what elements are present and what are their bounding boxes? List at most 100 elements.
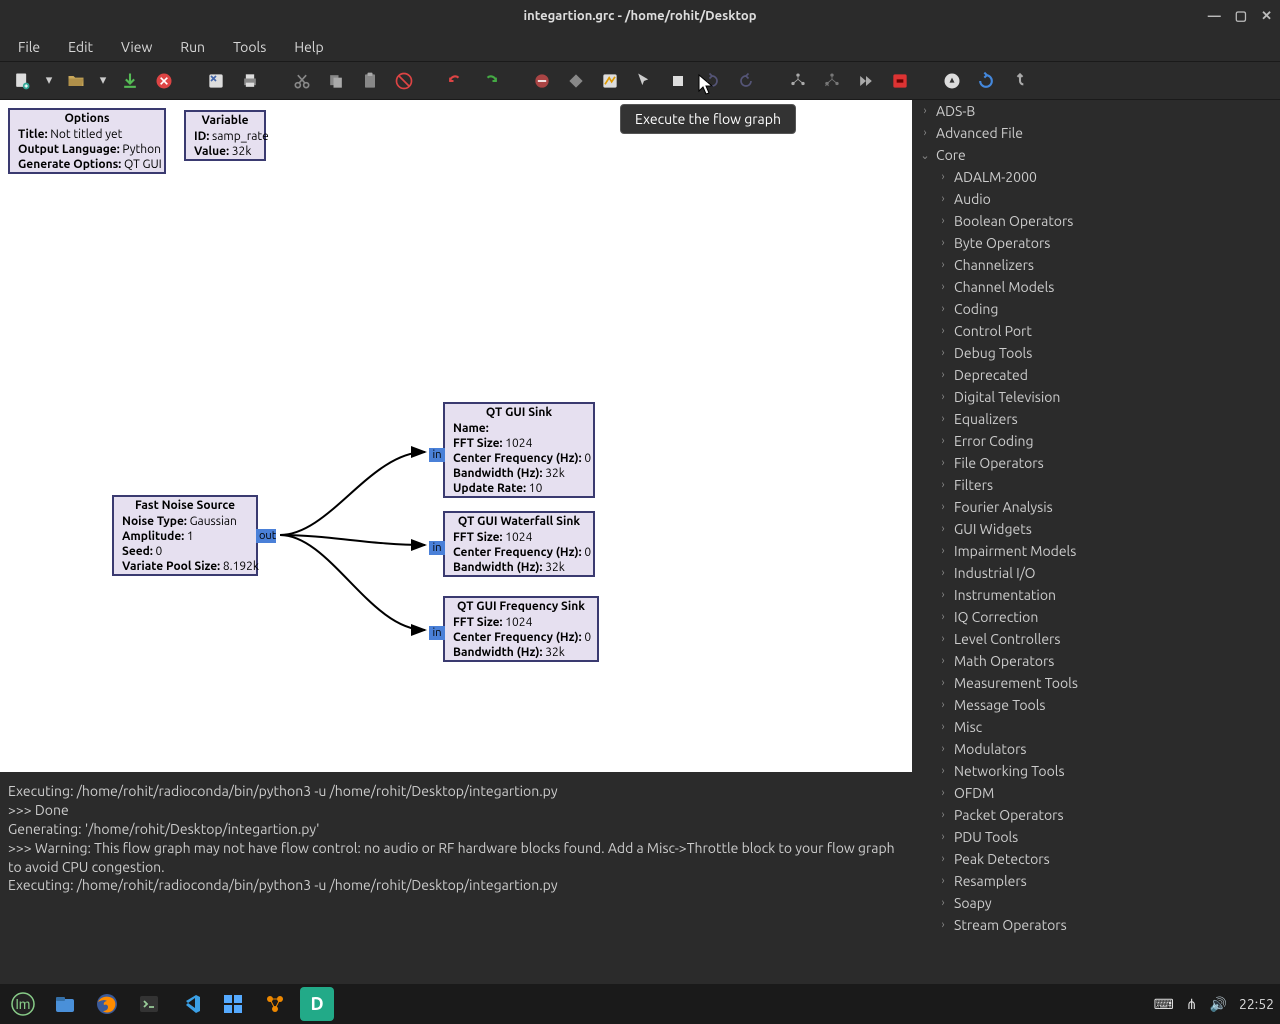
- app-d-icon[interactable]: D: [300, 987, 334, 1021]
- window-maximize-button[interactable]: ▢: [1235, 9, 1247, 24]
- menu-run[interactable]: Run: [168, 35, 217, 59]
- tray-volume-icon[interactable]: 🔊: [1210, 996, 1227, 1013]
- new-dropdown-icon[interactable]: ▾: [42, 67, 56, 95]
- menu-view[interactable]: View: [109, 35, 164, 59]
- tree-item-industrial-i-o[interactable]: ›Industrial I/O: [912, 562, 1280, 584]
- tree-item-deprecated[interactable]: ›Deprecated: [912, 364, 1280, 386]
- tree-item-control-port[interactable]: ›Control Port: [912, 320, 1280, 342]
- block-variable[interactable]: Variable ID: samp_rate Value: 32k: [184, 110, 266, 161]
- tree-item-core[interactable]: ⌄Core: [912, 144, 1280, 166]
- tree-item-peak-detectors[interactable]: ›Peak Detectors: [912, 848, 1280, 870]
- block-qt-gui-waterfall-sink[interactable]: QT GUI Waterfall Sink FFT Size: 1024 Cen…: [443, 511, 595, 577]
- stop-button[interactable]: [664, 67, 692, 95]
- tree-item-coding[interactable]: ›Coding: [912, 298, 1280, 320]
- tree-item-digital-television[interactable]: ›Digital Television: [912, 386, 1280, 408]
- tree-item-misc[interactable]: ›Misc: [912, 716, 1280, 738]
- block-fast-noise-source[interactable]: Fast Noise Source Noise Type: Gaussian A…: [112, 495, 258, 576]
- block-qt-gui-frequency-sink[interactable]: QT GUI Frequency Sink FFT Size: 1024 Cen…: [443, 596, 599, 662]
- tree-item-audio[interactable]: ›Audio: [912, 188, 1280, 210]
- select-tool-icon[interactable]: [630, 67, 658, 95]
- undo-button[interactable]: [442, 67, 470, 95]
- menu-tools[interactable]: Tools: [221, 35, 278, 59]
- port-out[interactable]: out: [256, 529, 276, 543]
- tree-item-debug-tools[interactable]: ›Debug Tools: [912, 342, 1280, 364]
- vscode-icon[interactable]: [174, 987, 208, 1021]
- tree-item-iq-correction[interactable]: ›IQ Correction: [912, 606, 1280, 628]
- copy-button[interactable]: [322, 67, 350, 95]
- tree-item-channel-models[interactable]: ›Channel Models: [912, 276, 1280, 298]
- gnuradio-icon[interactable]: [258, 987, 292, 1021]
- window-minimize-button[interactable]: —: [1208, 9, 1221, 24]
- tray-network-icon[interactable]: ⋔: [1186, 996, 1198, 1013]
- tree-item-modulators[interactable]: ›Modulators: [912, 738, 1280, 760]
- files-icon[interactable]: [48, 987, 82, 1021]
- paste-button[interactable]: [356, 67, 384, 95]
- oot-button[interactable]: [1006, 67, 1034, 95]
- tree-item-instrumentation[interactable]: ›Instrumentation: [912, 584, 1280, 606]
- disable-block-icon[interactable]: [528, 67, 556, 95]
- port-in[interactable]: in: [429, 541, 445, 555]
- tree-item-stream-operators[interactable]: ›Stream Operators: [912, 914, 1280, 936]
- print-button[interactable]: [236, 67, 264, 95]
- block-tree-panel[interactable]: ›ADS-B›Advanced File⌄Core›ADALM-2000›Aud…: [912, 100, 1280, 984]
- tree-item-filters[interactable]: ›Filters: [912, 474, 1280, 496]
- tree-item-measurement-tools[interactable]: ›Measurement Tools: [912, 672, 1280, 694]
- tree-item-channelizers[interactable]: ›Channelizers: [912, 254, 1280, 276]
- tree-item-boolean-operators[interactable]: ›Boolean Operators: [912, 210, 1280, 232]
- tree-item-gui-widgets[interactable]: ›GUI Widgets: [912, 518, 1280, 540]
- tree-item-soapy[interactable]: ›Soapy: [912, 892, 1280, 914]
- tray-clock[interactable]: 22:52: [1239, 996, 1274, 1012]
- menu-edit[interactable]: Edit: [56, 35, 105, 59]
- tree-item-level-controllers[interactable]: ›Level Controllers: [912, 628, 1280, 650]
- tree-item-math-operators[interactable]: ›Math Operators: [912, 650, 1280, 672]
- reload-button[interactable]: [972, 67, 1000, 95]
- tree-item-ofdm[interactable]: ›OFDM: [912, 782, 1280, 804]
- kill-button[interactable]: [886, 67, 914, 95]
- cut-button[interactable]: [288, 67, 316, 95]
- open-button[interactable]: [62, 67, 90, 95]
- delete-button[interactable]: [390, 67, 418, 95]
- tree-item-advanced-file[interactable]: ›Advanced File: [912, 122, 1280, 144]
- tree-label: Level Controllers: [954, 631, 1060, 647]
- hide-block-icon[interactable]: [562, 67, 590, 95]
- block-qt-gui-sink[interactable]: QT GUI Sink Name: FFT Size: 1024 Center …: [443, 402, 595, 498]
- port-in[interactable]: in: [429, 448, 445, 462]
- screenshot-button[interactable]: [202, 67, 230, 95]
- open-dropdown-icon[interactable]: ▾: [96, 67, 110, 95]
- tree-item-file-operators[interactable]: ›File Operators: [912, 452, 1280, 474]
- tree-item-ads-b[interactable]: ›ADS-B: [912, 100, 1280, 122]
- tree-item-error-coding[interactable]: ›Error Coding: [912, 430, 1280, 452]
- bypass-block-icon[interactable]: [596, 67, 624, 95]
- start-menu-icon[interactable]: lm: [6, 987, 40, 1021]
- search-button[interactable]: [938, 67, 966, 95]
- menu-file[interactable]: File: [6, 35, 52, 59]
- close-button[interactable]: [150, 67, 178, 95]
- tree-item-packet-operators[interactable]: ›Packet Operators: [912, 804, 1280, 826]
- hier-down-icon[interactable]: [784, 67, 812, 95]
- new-button[interactable]: [8, 67, 36, 95]
- firefox-icon[interactable]: [90, 987, 124, 1021]
- window-close-button[interactable]: ✕: [1261, 9, 1272, 24]
- redo-button[interactable]: [476, 67, 504, 95]
- tree-item-byte-operators[interactable]: ›Byte Operators: [912, 232, 1280, 254]
- chevron-icon: ›: [936, 809, 950, 821]
- rotate-right-icon[interactable]: [732, 67, 760, 95]
- tree-item-adalm-2000[interactable]: ›ADALM-2000: [912, 166, 1280, 188]
- hier-up-icon[interactable]: [818, 67, 846, 95]
- menu-help[interactable]: Help: [282, 35, 335, 59]
- port-in[interactable]: in: [429, 626, 445, 640]
- flowgraph-canvas[interactable]: Options Title: Not titled yet Output Lan…: [0, 100, 912, 772]
- tree-item-impairment-models[interactable]: ›Impairment Models: [912, 540, 1280, 562]
- app-grid-icon[interactable]: [216, 987, 250, 1021]
- tree-item-equalizers[interactable]: ›Equalizers: [912, 408, 1280, 430]
- save-button[interactable]: [116, 67, 144, 95]
- tree-item-resamplers[interactable]: ›Resamplers: [912, 870, 1280, 892]
- tree-item-fourier-analysis[interactable]: ›Fourier Analysis: [912, 496, 1280, 518]
- fast-forward-icon[interactable]: [852, 67, 880, 95]
- tree-item-networking-tools[interactable]: ›Networking Tools: [912, 760, 1280, 782]
- tray-keyboard-icon[interactable]: ⌨: [1154, 996, 1174, 1013]
- terminal-icon[interactable]: [132, 987, 166, 1021]
- tree-item-pdu-tools[interactable]: ›PDU Tools: [912, 826, 1280, 848]
- tree-item-message-tools[interactable]: ›Message Tools: [912, 694, 1280, 716]
- block-options[interactable]: Options Title: Not titled yet Output Lan…: [8, 108, 166, 174]
